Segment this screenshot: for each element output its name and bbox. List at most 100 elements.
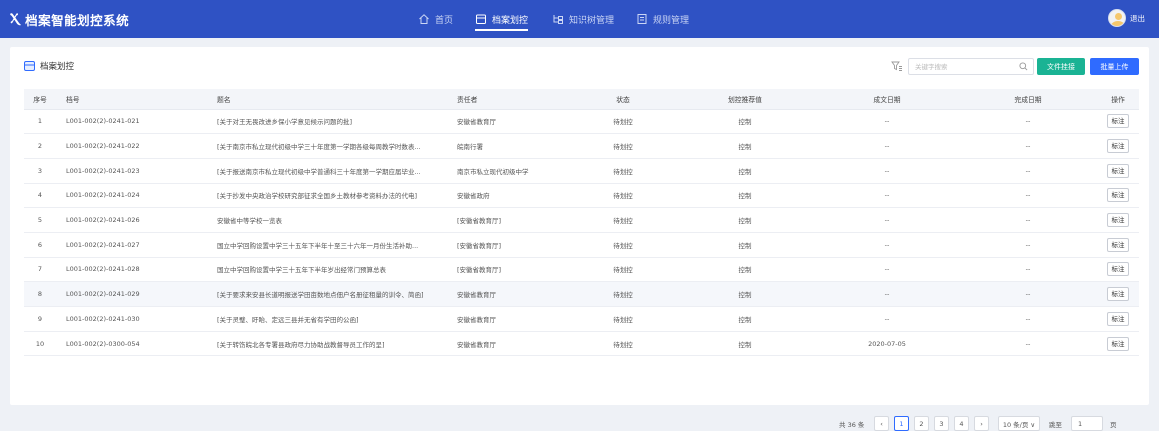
row-number-cell: 8 [24,281,56,307]
written-date-cell: -- [815,281,959,307]
action-cell: 标注 [1097,331,1139,357]
action-cell: 标注 [1097,306,1139,332]
page-size-select[interactable]: 10 条/页 ∨ [998,416,1040,431]
recommendation-cell: 控制 [675,306,815,332]
title-cell: [关于报送南京市私立现代初级中学普通科三十年度第一学期应届毕业... [207,158,447,184]
search-input[interactable] [909,59,1009,74]
tree-icon [553,15,564,24]
row-number-cell: 6 [24,232,56,258]
annotate-button[interactable]: 标注 [1107,237,1129,252]
annotate-button[interactable]: 标注 [1107,163,1129,178]
annotate-button[interactable]: 标注 [1107,139,1129,154]
owner-cell: 安徽省政府 [447,183,571,209]
table-row[interactable]: 4 L001-002(2)-0241-024 [关于抄发中央政治学校研究部征求全国乡… [24,183,1139,209]
completion-date-cell: -- [959,207,1097,233]
row-number-cell: 4 [24,183,56,209]
archive-code-cell: L001-002(2)-0241-021 [56,109,207,135]
title-cell: [关于对王无畏改进乡保小学意见候示问题的批] [207,109,447,135]
archive-code-cell: L001-002(2)-0241-024 [56,183,207,209]
completion-date-cell: -- [959,306,1097,332]
table-row[interactable]: 8 L001-002(2)-0241-029 [关于要求来安县长道明报送学田亩数地点… [24,281,1139,307]
column-header: 责任者 [447,89,571,110]
owner-cell: [安徽省教育厅] [447,232,571,258]
brand[interactable]: Ⲭ 档案智能划控系统 [10,10,129,28]
status-cell: 待划控 [571,158,675,184]
pagination-total: 共 36 条 [839,420,865,429]
annotate-button[interactable]: 标注 [1107,114,1129,129]
action-cell: 标注 [1097,207,1139,233]
written-date-cell: -- [815,109,959,135]
panel-title: 档案划控 [24,60,74,72]
table-row[interactable]: 3 L001-002(2)-0241-023 [关于报送南京市私立现代初级中学普通科… [24,158,1139,184]
logout-link[interactable]: 退出 [1130,13,1145,24]
owner-cell: 安徽省教育厅 [447,331,571,357]
nav-item-archive-control[interactable]: 档案划控 [475,0,529,38]
page-button[interactable]: 1 [894,416,909,431]
recommendation-cell: 控制 [675,232,815,258]
filter-icon[interactable] [891,60,903,72]
batch-upload-button[interactable]: 批量上传 [1090,58,1139,75]
annotate-button[interactable]: 标注 [1107,311,1129,326]
table-row[interactable]: 10 L001-002(2)-0300-054 [关于转饬皖北各专署县政府尽力协助战… [24,331,1139,357]
action-cell: 标注 [1097,133,1139,159]
action-cell: 标注 [1097,183,1139,209]
next-page-button[interactable]: › [974,416,989,431]
archive-table: 序号 档号 题名 责任者 状态 划控推荐值 成文日期 完成日期 操作 1 L001… [24,89,1139,357]
nav-label: 档案划控 [492,15,529,26]
action-cell: 标注 [1097,158,1139,184]
row-number-cell: 5 [24,207,56,233]
table-row[interactable]: 1 L001-002(2)-0241-021 [关于对王无畏改进乡保小学意见候示问题… [24,109,1139,135]
prev-page-button[interactable]: ‹ [874,416,889,431]
written-date-cell: -- [815,133,959,159]
written-date-cell: -- [815,207,959,233]
title-cell: [关于灵璧、盱眙、定远三县并无省有学田的公函] [207,306,447,332]
action-cell: 标注 [1097,232,1139,258]
nav-item-home[interactable]: 首页 [418,0,453,38]
nav-item-rules[interactable]: 规则管理 [636,0,689,38]
archive-icon [476,14,487,24]
annotate-button[interactable]: 标注 [1107,213,1129,228]
goto-page-input[interactable]: 1 [1071,416,1103,431]
recommendation-cell: 控制 [675,158,815,184]
search-icon[interactable] [1019,62,1028,71]
page-button[interactable]: 3 [934,416,949,431]
archive-code-cell: L001-002(2)-0241-028 [56,257,207,283]
page-button[interactable]: 4 [954,416,969,431]
avatar[interactable] [1108,9,1126,27]
recommendation-cell: 控制 [675,207,815,233]
owner-cell: 安徽省教育厅 [447,109,571,135]
archive-code-cell: L001-002(2)-0241-027 [56,232,207,258]
row-number-cell: 2 [24,133,56,159]
written-date-cell: -- [815,183,959,209]
table-row[interactable]: 6 L001-002(2)-0241-027 国立中学回购设置中学三十五年下半年十至… [24,232,1139,258]
title-cell: 国立中学回购设置中学三十五年下半年十至三十六年一月份生活补助... [207,232,447,258]
nav-label: 规则管理 [653,15,690,26]
user-area: 退出 [1108,9,1145,27]
table-row[interactable]: 9 L001-002(2)-0241-030 [关于灵璧、盱眙、定远三县并无省有学田… [24,306,1139,332]
annotate-button[interactable]: 标注 [1107,262,1129,277]
title-cell: [关于转饬皖北各专署县政府尽力协助战教督导员工作的呈] [207,331,447,357]
owner-cell: 安徽省教育厅 [447,306,571,332]
main-nav: 首页 档案划控 知识树管理 规则管理 [418,0,689,38]
nav-item-knowledge-tree[interactable]: 知识树管理 [552,0,614,38]
annotate-button[interactable]: 标注 [1107,287,1129,302]
column-header: 操作 [1097,89,1139,110]
table-row[interactable]: 2 L001-002(2)-0241-022 [关于南京市私立现代初级中学三十年度第… [24,133,1139,159]
nav-label: 知识树管理 [569,15,615,26]
table-row[interactable]: 7 L001-002(2)-0241-028 国立中学回购设置中学三十五年下半年岁出… [24,257,1139,283]
annotate-button[interactable]: 标注 [1107,336,1129,351]
action-cell: 标注 [1097,281,1139,307]
owner-cell: 安徽省教育厅 [447,281,571,307]
completion-date-cell: -- [959,133,1097,159]
status-cell: 待划控 [571,109,675,135]
status-cell: 待划控 [571,331,675,357]
status-cell: 待划控 [571,281,675,307]
table-row[interactable]: 5 L001-002(2)-0241-026 安徽省中等学校一览表 [安徽省教育厅] 待… [24,207,1139,233]
page-button[interactable]: 2 [914,416,929,431]
file-attach-button[interactable]: 文件挂接 [1037,58,1085,75]
row-number-cell: 10 [24,331,56,357]
column-header: 成文日期 [815,89,959,110]
archive-code-cell: L001-002(2)-0300-054 [56,331,207,357]
column-header: 序号 [24,89,56,110]
annotate-button[interactable]: 标注 [1107,188,1129,203]
